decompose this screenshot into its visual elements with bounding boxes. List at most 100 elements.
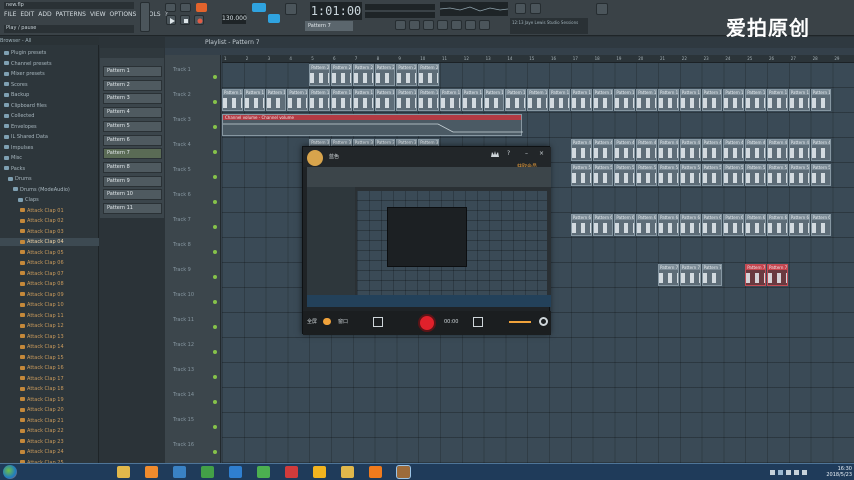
track-label[interactable]: Track 14	[173, 392, 194, 398]
pattern-clip[interactable]: Pattern 4	[570, 139, 592, 161]
pattern-item[interactable]: Pattern 5	[103, 120, 162, 132]
system-tray[interactable]	[770, 468, 808, 477]
browser-item[interactable]: Claps	[0, 196, 99, 204]
track-label[interactable]: Track 12	[173, 342, 194, 348]
pattern-clip[interactable]: Pattern 6	[767, 214, 788, 236]
pattern-clip[interactable]: Pattern 1	[723, 89, 745, 111]
pattern-clip[interactable]: Pattern 5	[570, 164, 592, 186]
browser-item[interactable]: Attack Clap 21	[0, 417, 99, 425]
track-label[interactable]: Track 7	[173, 217, 191, 223]
pattern-clip[interactable]: Pattern 4	[767, 139, 788, 161]
track-label[interactable]: Track 16	[173, 442, 194, 448]
track-mute-led[interactable]	[213, 200, 217, 204]
pattern-clip[interactable]: Pattern 1	[309, 89, 330, 111]
pattern-clip[interactable]: Pattern 2	[418, 64, 439, 86]
menu-item-patterns[interactable]: PATTERNS	[56, 11, 86, 18]
pattern-clip[interactable]: Pattern 2	[352, 64, 374, 86]
pattern-item[interactable]: Pattern 10	[103, 189, 162, 201]
pattern-clip[interactable]: Pattern 5	[701, 164, 723, 186]
pattern-clip[interactable]: Pattern 6	[723, 214, 745, 236]
track-label[interactable]: Track 10	[173, 292, 194, 298]
browser-item[interactable]: Packs	[0, 165, 99, 173]
window-mode-label[interactable]: 窗口	[338, 318, 348, 325]
camera-icon[interactable]	[473, 317, 483, 327]
browser-item[interactable]: IL Shared Data	[0, 133, 99, 141]
help-icon[interactable]: ?	[507, 150, 510, 157]
browser-item[interactable]: Attack Clap 09	[0, 291, 99, 299]
browser-item[interactable]: Attack Clap 16	[0, 364, 99, 372]
browser-item[interactable]: Attack Clap 04	[0, 238, 99, 246]
browser-item[interactable]: Drums (ModeAudio)	[0, 186, 99, 194]
browser-item[interactable]: Attack Clap 06	[0, 259, 99, 267]
track-label[interactable]: Track 2	[173, 92, 191, 98]
browser-item[interactable]: Attack Clap 02	[0, 217, 99, 225]
browser-item[interactable]: Attack Clap 11	[0, 312, 99, 320]
pattern-clip[interactable]: Pattern 1	[483, 89, 505, 111]
pattern-clip[interactable]: Pattern 6	[788, 214, 810, 236]
track-label[interactable]: Track 1	[173, 67, 191, 73]
track-label[interactable]: Track 5	[173, 167, 191, 173]
track-mute-led[interactable]	[213, 350, 217, 354]
pattern-clip[interactable]: Pattern 5	[788, 164, 810, 186]
browser-item[interactable]: Envelopes	[0, 123, 99, 131]
pattern-clip[interactable]: Pattern 6	[810, 214, 832, 236]
pattern-clip[interactable]: Pattern 4	[592, 139, 614, 161]
pattern-item[interactable]: Pattern 1	[103, 66, 162, 77]
track-mute-led[interactable]	[213, 75, 217, 79]
browser-item[interactable]: Attack Clap 10	[0, 301, 99, 309]
pattern-clip[interactable]: Pattern 1	[810, 89, 832, 111]
pattern-selector[interactable]: Pattern 7	[305, 21, 353, 31]
pattern-item[interactable]: Pattern 3	[103, 93, 162, 105]
pattern-clip[interactable]: Pattern 2	[374, 64, 396, 86]
window-menu-button[interactable]	[596, 3, 608, 15]
track-mute-led[interactable]	[213, 425, 217, 429]
browser-item[interactable]: Attack Clap 19	[0, 396, 99, 404]
start-recording-button[interactable]	[418, 314, 436, 332]
pattern-clip[interactable]: Pattern 1	[636, 89, 657, 111]
fl-studio-icon[interactable]	[145, 466, 158, 478]
pattern-item[interactable]: Pattern 8	[103, 161, 162, 173]
track-label[interactable]: Track 8	[173, 242, 191, 248]
pattern-clip[interactable]: Pattern 1	[243, 89, 265, 111]
browser-item[interactable]: Attack Clap 20	[0, 406, 99, 414]
pattern-clip[interactable]: Pattern 1	[374, 89, 396, 111]
browser-item[interactable]: Attack Clap 18	[0, 385, 99, 393]
browser-item[interactable]: Drums	[0, 175, 99, 183]
pattern-clip[interactable]: Pattern 5	[723, 164, 745, 186]
pattern-clip[interactable]: Pattern 1	[745, 89, 766, 111]
pattern-clip[interactable]: Pattern 1	[592, 89, 614, 111]
track-mute-led[interactable]	[213, 275, 217, 279]
close-icon[interactable]: ×	[539, 150, 544, 157]
mixer-view-button[interactable]	[437, 20, 448, 30]
pattern-clip[interactable]: Pattern 1	[287, 89, 309, 111]
browser-item[interactable]: Attack Clap 14	[0, 343, 99, 351]
track-label[interactable]: Track 13	[173, 367, 194, 373]
tempo-display[interactable]: 130.000	[222, 14, 247, 24]
track-mute-led[interactable]	[213, 150, 217, 154]
pattern-item[interactable]: Pattern 9	[103, 175, 162, 187]
browser-item[interactable]: Impulses	[0, 144, 99, 152]
track-mute-led[interactable]	[213, 225, 217, 229]
channel-rack-view-button[interactable]	[423, 20, 434, 30]
pattern-clip[interactable]: Pattern 1	[527, 89, 548, 111]
track-label[interactable]: Track 15	[173, 417, 194, 423]
track-mute-led[interactable]	[213, 125, 217, 129]
g-app-icon[interactable]	[313, 466, 326, 478]
pattern-clip[interactable]: Pattern 1	[352, 89, 374, 111]
pattern-clip[interactable]: Pattern 5	[679, 164, 701, 186]
pattern-clip[interactable]: Pattern 7	[679, 264, 701, 286]
pattern-clip[interactable]: Pattern 4	[810, 139, 832, 161]
pattern-clip[interactable]: Pattern 4	[788, 139, 810, 161]
record-toggle-button[interactable]	[196, 3, 207, 12]
pattern-clip[interactable]: Pattern 6	[636, 214, 657, 236]
pattern-clip[interactable]: Pattern 7	[701, 264, 723, 286]
firefox-icon[interactable]	[369, 466, 382, 478]
pattern-clip[interactable]: Pattern 1	[461, 89, 483, 111]
pattern-mode-button[interactable]	[180, 3, 191, 12]
pattern-clip[interactable]: Pattern 6	[592, 214, 614, 236]
folder2-icon[interactable]	[341, 466, 354, 478]
pattern-clip[interactable]: Pattern 1	[767, 89, 788, 111]
track-mute-led[interactable]	[213, 175, 217, 179]
browser-item[interactable]: Attack Clap 15	[0, 354, 99, 362]
menu-item-add[interactable]: ADD	[38, 11, 51, 18]
